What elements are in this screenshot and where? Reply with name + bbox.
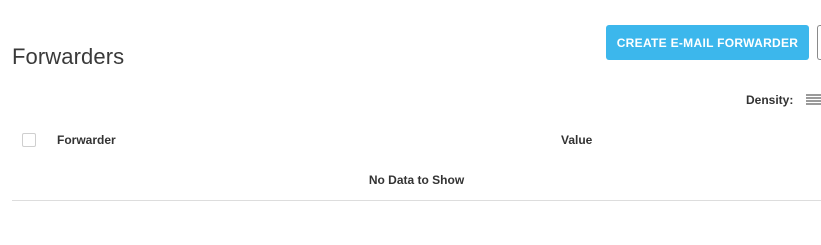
table-header: Forwarder Value bbox=[12, 128, 821, 152]
create-email-forwarder-button[interactable]: CREATE E-MAIL FORWARDER bbox=[606, 25, 809, 60]
column-header-forwarder[interactable]: Forwarder bbox=[57, 133, 116, 147]
secondary-action-button[interactable] bbox=[817, 25, 821, 60]
select-all-checkbox[interactable] bbox=[22, 133, 36, 147]
density-label: Density: bbox=[746, 93, 794, 107]
column-header-value[interactable]: Value bbox=[561, 133, 592, 147]
page-title: Forwarders bbox=[12, 43, 125, 69]
forwarders-page: Forwarders CREATE E-MAIL FORWARDER Densi… bbox=[0, 0, 821, 245]
table-divider bbox=[12, 200, 821, 201]
empty-state-message: No Data to Show bbox=[368, 173, 465, 187]
list-density-icon[interactable] bbox=[806, 94, 821, 108]
